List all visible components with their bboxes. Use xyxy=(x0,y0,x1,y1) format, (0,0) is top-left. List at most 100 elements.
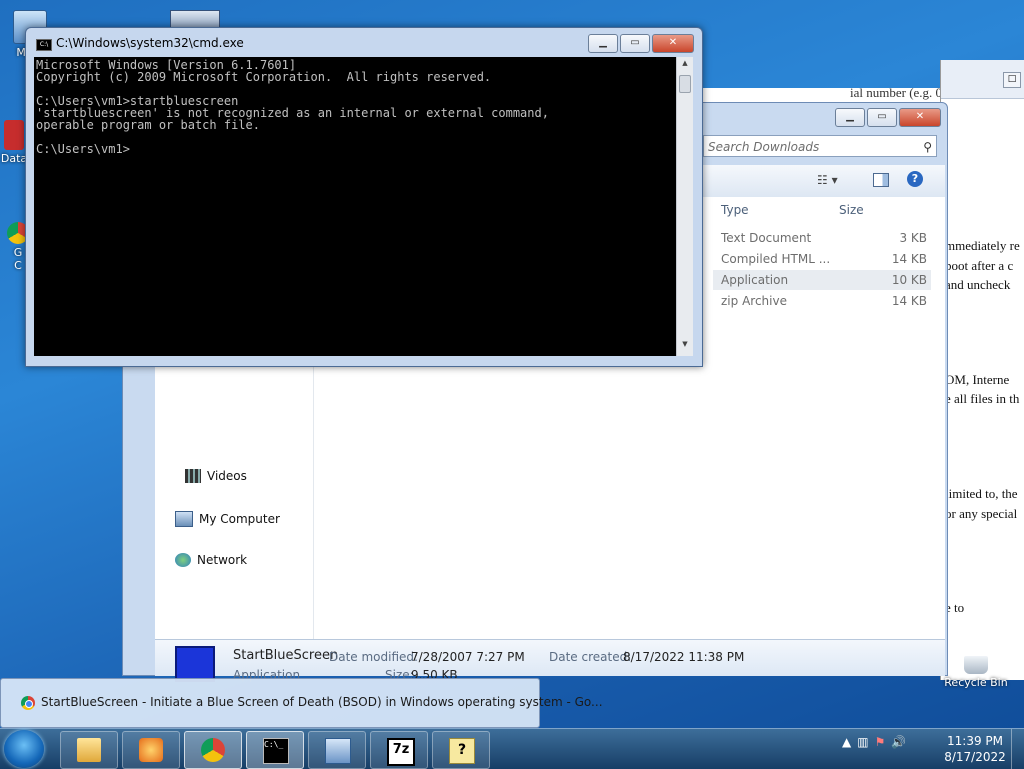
chrome-icon xyxy=(21,696,35,710)
search-input[interactable]: Search Downloads ⚲ xyxy=(703,135,937,157)
document-text-line: OM, Interne xyxy=(945,372,1010,387)
document-window[interactable]: □ mmediately re boot after a c and unche… xyxy=(940,60,1024,680)
details-file-name: StartBlueScreen xyxy=(233,648,339,663)
cmd-app-icon[interactable]: C:\ xyxy=(36,39,52,51)
cmd-window-title: C:\Windows\system32\cmd.exe xyxy=(56,36,244,50)
console-line: Copyright (c) 2009 Microsoft Corporation… xyxy=(36,70,492,84)
taskbar-explorer[interactable] xyxy=(60,731,118,769)
search-placeholder: Search Downloads xyxy=(708,140,820,154)
close-button[interactable]: ✕ xyxy=(652,34,694,53)
file-size: 14 KB xyxy=(891,252,927,266)
console-output[interactable]: Microsoft Windows [Version 6.1.7601] Copy… xyxy=(34,57,676,356)
console-scrollbar[interactable]: ▲ ▼ xyxy=(676,57,693,356)
data-app-icon xyxy=(4,120,24,150)
document-text-line: or any special xyxy=(945,506,1018,521)
document-text-line: limited to, the xyxy=(945,486,1018,501)
file-row[interactable]: Compiled HTML ... 14 KB xyxy=(713,249,931,269)
console-line: C:\Users\vm1> xyxy=(36,142,130,156)
nav-item-my-computer[interactable]: My Computer xyxy=(175,511,280,527)
document-text-line: and uncheck xyxy=(945,277,1011,292)
volume-icon[interactable]: 🔊 xyxy=(891,735,906,749)
taskbar-preview-title: StartBlueScreen - Initiate a Blue Screen… xyxy=(41,695,603,709)
document-text-line: e all files in th xyxy=(945,391,1020,406)
taskbar-network-app[interactable] xyxy=(308,731,366,769)
recycle-bin-icon xyxy=(964,656,988,674)
nav-item-network[interactable]: Network xyxy=(175,553,247,567)
document-text-fragment: ial number (e.g. 0x04d2) xyxy=(850,88,940,100)
chrome-icon xyxy=(201,738,225,762)
desktop-icon-label: Recycle Bin xyxy=(944,676,1008,689)
folder-icon xyxy=(77,738,101,762)
action-center-icon[interactable]: ⚑ xyxy=(875,735,886,749)
taskbar-7zip[interactable]: 7z xyxy=(370,731,428,769)
nav-item-label: Network xyxy=(197,553,248,567)
file-size: 3 KB xyxy=(899,231,927,245)
document-toolbar: □ xyxy=(941,60,1024,99)
file-size: 10 KB xyxy=(891,273,927,287)
details-created-value: 8/17/2022 11:38 PM xyxy=(623,650,745,664)
taskbar: C:\_ 7z ? ▲ ▥ ⚑ 🔊 11:39 PM 8/17/2022 xyxy=(0,728,1024,769)
minimize-button[interactable]: ▁ xyxy=(588,34,618,53)
maximize-button[interactable]: ▭ xyxy=(620,34,650,53)
document-text-line: boot after a c xyxy=(945,258,1014,273)
application-thumbnail-icon xyxy=(175,646,215,682)
clock[interactable]: 11:39 PM 8/17/2022 xyxy=(940,733,1010,765)
desktop-icon-label: Data xyxy=(0,152,28,165)
file-type: Text Document xyxy=(721,231,812,245)
nav-item-videos[interactable]: Videos xyxy=(185,469,247,483)
scroll-down-icon[interactable]: ▼ xyxy=(677,340,693,354)
scrollbar-thumb[interactable] xyxy=(679,75,691,93)
minimize-button[interactable]: ▁ xyxy=(835,108,865,127)
cmd-caption-buttons: ▁ ▭ ✕ xyxy=(588,34,694,53)
cmd-icon: C:\_ xyxy=(263,738,289,764)
maximize-button[interactable]: ▭ xyxy=(867,108,897,127)
close-button[interactable]: ✕ xyxy=(899,108,941,127)
show-hidden-icons-icon[interactable]: ▲ xyxy=(842,735,851,749)
videos-icon xyxy=(185,469,201,483)
system-tray: ▲ ▥ ⚑ 🔊 xyxy=(842,735,906,749)
network-icon xyxy=(175,553,191,567)
show-desktop-button[interactable] xyxy=(1011,729,1024,769)
clock-time: 11:39 PM xyxy=(947,734,1003,748)
file-row[interactable]: Text Document 3 KB xyxy=(713,228,931,248)
network-app-icon xyxy=(325,738,351,764)
help-app-icon: ? xyxy=(449,738,475,764)
search-icon[interactable]: ⚲ xyxy=(923,136,932,158)
taskbar-cmd[interactable]: C:\_ xyxy=(246,731,304,769)
clock-date: 8/17/2022 xyxy=(944,750,1006,764)
scroll-up-icon[interactable]: ▲ xyxy=(677,59,693,73)
help-icon[interactable]: ? xyxy=(907,171,923,187)
network-tray-icon[interactable]: ▥ xyxy=(857,735,868,749)
nav-item-label: My Computer xyxy=(199,512,280,526)
file-row[interactable]: zip Archive 14 KB xyxy=(713,291,931,311)
view-options-icon[interactable]: ☷ ▾ xyxy=(817,173,838,187)
media-player-icon xyxy=(139,738,163,762)
desktop-icon-recycle-bin[interactable]: Recycle Bin xyxy=(944,656,1008,689)
maximize-icon[interactable]: □ xyxy=(1003,72,1021,88)
column-header-type[interactable]: Type xyxy=(721,203,749,217)
cmd-window[interactable]: C:\ C:\Windows\system32\cmd.exe ▁ ▭ ✕ Mi… xyxy=(25,27,703,367)
file-row-selected[interactable]: Application 10 KB xyxy=(713,270,931,290)
computer-icon xyxy=(175,511,193,527)
details-created-label: Date created: xyxy=(549,650,632,664)
document-header-strip: ial number (e.g. 0x04d2) xyxy=(700,88,940,102)
7zip-icon: 7z xyxy=(387,738,415,766)
nav-item-label: Videos xyxy=(207,469,247,483)
file-type: Compiled HTML ... xyxy=(721,252,831,266)
details-pane: StartBlueScreen Date modified: 7/28/2007… xyxy=(155,639,945,682)
details-modified-label: Date modified: xyxy=(329,650,419,664)
file-type: zip Archive xyxy=(721,294,787,308)
column-header-size[interactable]: Size xyxy=(839,203,864,217)
preview-pane-icon[interactable] xyxy=(873,173,889,187)
file-type: Application xyxy=(721,273,789,287)
file-size: 14 KB xyxy=(891,294,927,308)
start-button[interactable] xyxy=(4,730,44,768)
details-modified-value: 7/28/2007 7:27 PM xyxy=(411,650,525,664)
taskbar-chrome[interactable] xyxy=(184,731,242,769)
taskbar-media-player[interactable] xyxy=(122,731,180,769)
taskbar-help-app[interactable]: ? xyxy=(432,731,490,769)
taskbar-preview[interactable]: StartBlueScreen - Initiate a Blue Screen… xyxy=(0,678,603,728)
console-line: operable program or batch file. xyxy=(36,118,260,132)
document-text-line: mmediately re xyxy=(945,238,1020,253)
